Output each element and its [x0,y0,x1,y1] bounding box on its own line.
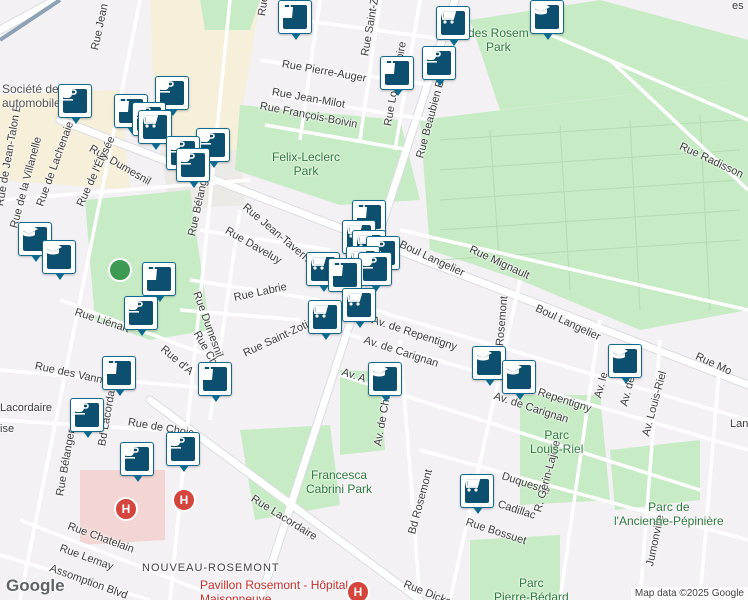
park-label-francesca-cabrini: Francesca Cabrini Park [306,468,373,496]
poi-marker[interactable] [120,442,154,482]
poi-marker[interactable] [608,344,642,384]
graduation-cap-icon [610,346,637,373]
poi-marker[interactable] [278,0,312,40]
shopping-bag-icon [201,363,227,391]
neighbourhood-label: NOUVEAU-ROSEMONT [142,562,280,574]
coffee-icon [360,256,387,281]
shopping-bag-icon [281,1,307,29]
poi-marker[interactable] [176,148,210,188]
street-label: ise [0,423,15,435]
google-logo: Google [6,576,65,595]
poi-marker[interactable] [58,84,92,124]
shopping-bag-icon [383,57,409,85]
poi-marker[interactable] [436,6,470,46]
street-label: Lan [730,418,748,430]
graduation-cap-icon [504,362,531,389]
hospital-label: Pavillon Rosemont - Hôpital Maisonneuve [200,578,349,600]
hospital-icon[interactable]: H [172,488,196,512]
poi-marker[interactable] [70,398,104,438]
poi-marker[interactable] [124,296,158,336]
poi-marker[interactable] [530,0,564,40]
hospital-icon[interactable]: H [114,497,138,521]
poi-marker[interactable] [502,360,536,400]
poi-marker[interactable] [142,262,176,302]
poi-marker[interactable] [460,474,494,514]
coffee-icon [168,436,195,461]
coffee-icon [178,152,205,177]
shopping-cart-icon [344,290,371,317]
poi-marker[interactable] [342,288,376,328]
map-attribution[interactable]: Map data ©2025 Google [630,587,748,600]
shopping-cart-icon [438,8,465,35]
street-label: es [732,0,744,12]
poi-marker[interactable] [368,362,402,402]
park-tree-icon [108,258,132,282]
street-label: Lacordaire [0,402,52,414]
poi-marker[interactable] [102,356,136,396]
poi-marker[interactable] [358,252,392,292]
coffee-icon [122,446,149,471]
park-label-pierre-bedard: Parc Pierre-Bédard [494,576,569,600]
hospital-icon[interactable]: H [346,580,370,600]
graduation-cap-icon [474,348,501,375]
poi-marker[interactable] [166,432,200,472]
park-label-des-roses: des Rosem Park [468,26,529,54]
poi-marker[interactable] [42,240,76,280]
poi-marker[interactable] [328,258,362,298]
poi-marker[interactable] [380,56,414,96]
poi-marker[interactable] [472,346,506,386]
shopping-bag-icon [105,357,131,385]
poi-marker[interactable] [422,46,456,86]
poi-marker[interactable] [198,362,232,402]
shopping-cart-icon [462,476,489,503]
coffee-icon [72,402,99,427]
graduation-cap-icon [44,242,71,269]
shopping-cart-icon [140,112,167,139]
coffee-icon [424,50,451,75]
park-label-ancienne-pepiniere: Parc de l'Ancienne-Pépinière [614,500,724,528]
park-label-louis-riel: Parc Louis-Riel [530,428,584,456]
graduation-cap-icon [370,364,397,391]
shopping-cart-icon [310,302,337,329]
place-label-societe: Société de automobile [2,82,61,110]
poi-marker[interactable] [308,300,342,340]
shopping-bag-icon [331,259,357,287]
graduation-cap-icon [532,2,559,29]
coffee-icon [60,88,87,113]
map-canvas[interactable]: Rue Joncaire Rue Saint-Zotique Rue Pierr… [0,0,748,600]
park-label-felix-leclerc: Felix-Leclerc Park [272,150,341,178]
shopping-bag-icon [145,263,171,291]
coffee-icon [126,300,153,325]
